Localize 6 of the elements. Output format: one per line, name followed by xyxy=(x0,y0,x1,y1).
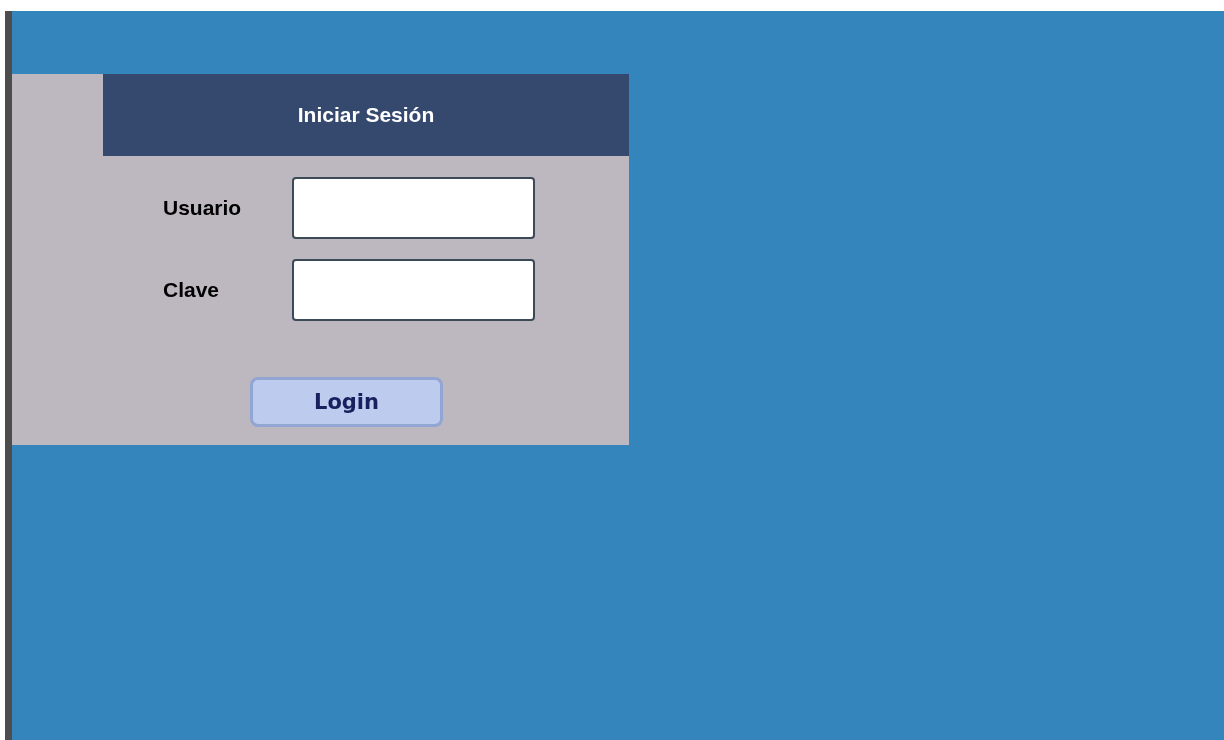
login-button[interactable]: Login xyxy=(250,377,443,427)
field-label: Clave xyxy=(163,278,221,302)
panel-title: Iniciar Sesión xyxy=(297,103,435,127)
field-label: Usuario xyxy=(163,196,243,220)
input-field[interactable] xyxy=(292,177,535,239)
input-field[interactable] xyxy=(292,259,535,321)
